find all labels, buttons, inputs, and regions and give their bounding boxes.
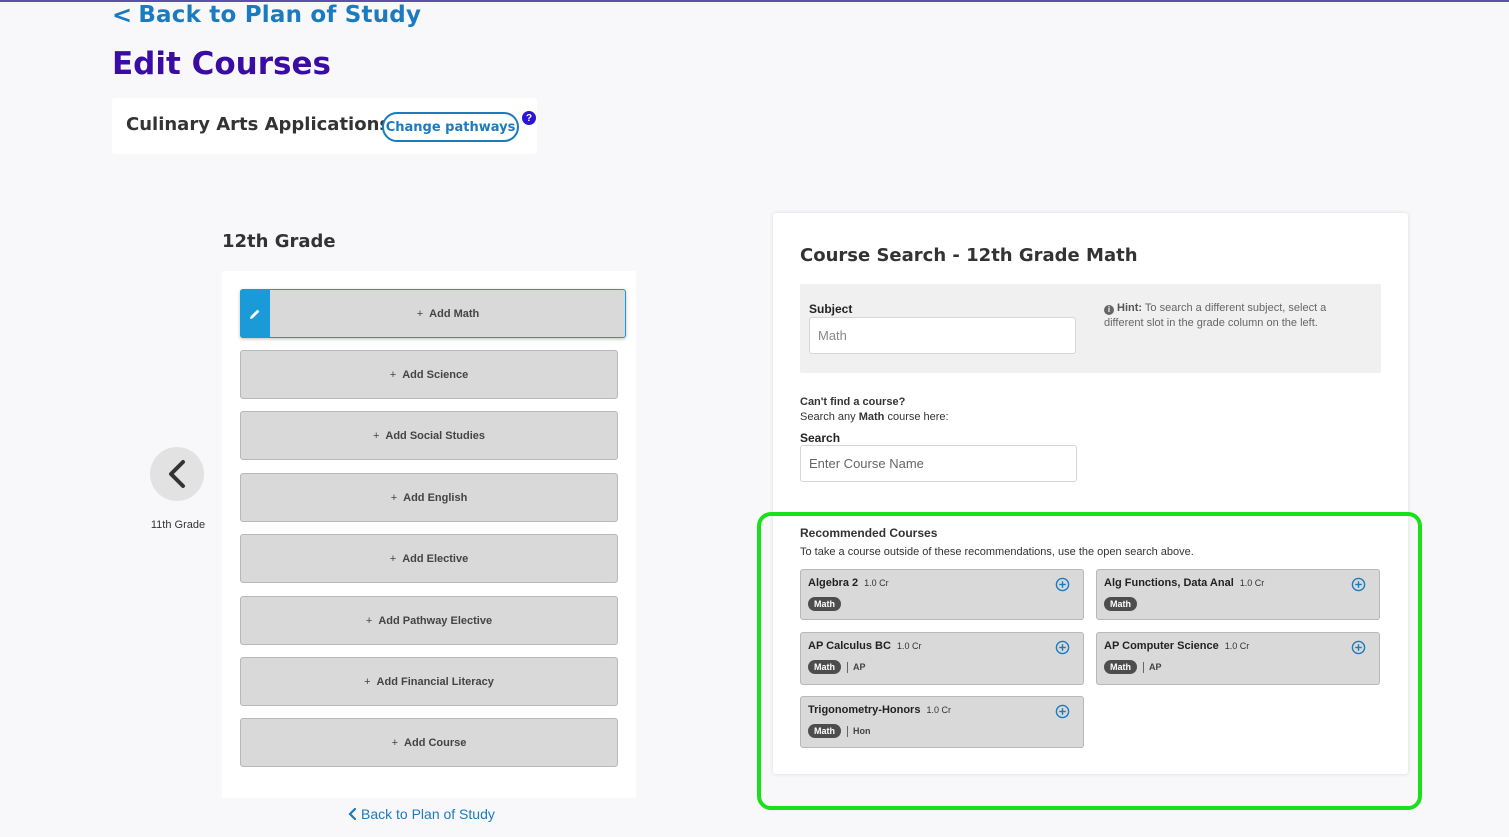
slot-add-english[interactable]: + Add English: [240, 473, 618, 522]
slot-add-elective[interactable]: + Add Elective: [240, 534, 618, 583]
back-to-plan-bottom-link[interactable]: Back to Plan of Study: [348, 806, 495, 822]
slot-label: Add English: [403, 491, 468, 504]
previous-grade-label: 11th Grade: [150, 519, 206, 531]
plus-icon: +: [389, 552, 397, 565]
back-to-plan-link[interactable]: < Back to Plan of Study: [112, 1, 421, 29]
slot-label: Add Math: [429, 307, 480, 320]
info-icon: i: [1104, 304, 1114, 315]
grade-column: + Add Math + Add Science + Add Social St…: [222, 271, 636, 798]
back-link-label: Back to Plan of Study: [138, 2, 422, 28]
slot-label: Add Science: [402, 368, 469, 381]
grade-title: 12th Grade: [222, 231, 336, 252]
search-any-subject: Math: [858, 411, 885, 423]
slot-label: Add Course: [404, 736, 467, 749]
slot-add-social-studies[interactable]: + Add Social Studies: [240, 411, 618, 460]
chevron-left-icon: <: [112, 1, 133, 29]
search-any-prefix: Search any: [800, 411, 856, 423]
previous-grade-button[interactable]: [150, 447, 204, 501]
pencil-icon: [250, 309, 260, 319]
search-any-line: Search any Math course here:: [800, 410, 949, 425]
panel-title: Course Search - 12th Grade Math: [800, 245, 1138, 266]
chevron-left-icon: [169, 460, 185, 488]
slot-add-financial-literacy[interactable]: + Add Financial Literacy: [240, 657, 618, 706]
recommended-highlight-outline: [757, 512, 1422, 810]
edit-tab[interactable]: [240, 289, 270, 338]
hint-prefix: Hint:: [1117, 302, 1143, 314]
slot-add-math[interactable]: + Add Math: [240, 289, 626, 338]
cant-find-text: Can't find a course? Search any Math cou…: [800, 395, 949, 425]
pathway-name: Culinary Arts Applications: [126, 114, 391, 135]
slot-add-course[interactable]: + Add Course: [240, 718, 618, 767]
slot-label: Add Social Studies: [385, 429, 486, 442]
cant-find-heading: Can't find a course?: [800, 396, 906, 408]
slot-label: Add Elective: [402, 552, 469, 565]
plus-icon: +: [391, 736, 399, 749]
plus-icon: +: [372, 429, 380, 442]
plus-icon: +: [389, 368, 397, 381]
change-pathways-button[interactable]: Change pathways: [382, 112, 519, 142]
plus-icon: +: [365, 614, 373, 627]
search-any-suffix: course here:: [887, 411, 949, 423]
slot-label: Add Pathway Elective: [378, 614, 493, 627]
help-icon[interactable]: ?: [522, 111, 536, 125]
plus-icon: +: [416, 307, 424, 320]
plus-icon: +: [364, 675, 371, 688]
search-input[interactable]: Enter Course Name: [800, 445, 1077, 482]
page-title: Edit Courses: [112, 46, 331, 82]
subject-box: Subject Math i Hint: To search a differen…: [800, 284, 1381, 373]
subject-field[interactable]: Math: [809, 317, 1076, 354]
back-link-label: Back to Plan of Study: [361, 806, 495, 822]
hint-text: i Hint: To search a different subject, se…: [1104, 301, 1354, 331]
plus-icon: +: [390, 491, 398, 504]
chevron-left-icon: [348, 808, 357, 820]
pathway-panel: Culinary Arts Applications Change pathwa…: [112, 98, 537, 154]
slot-label: Add Financial Literacy: [376, 675, 494, 688]
slot-add-pathway-elective[interactable]: + Add Pathway Elective: [240, 596, 618, 645]
slot-add-science[interactable]: + Add Science: [240, 350, 618, 399]
subject-label: Subject: [809, 302, 853, 316]
search-label: Search: [800, 431, 841, 445]
